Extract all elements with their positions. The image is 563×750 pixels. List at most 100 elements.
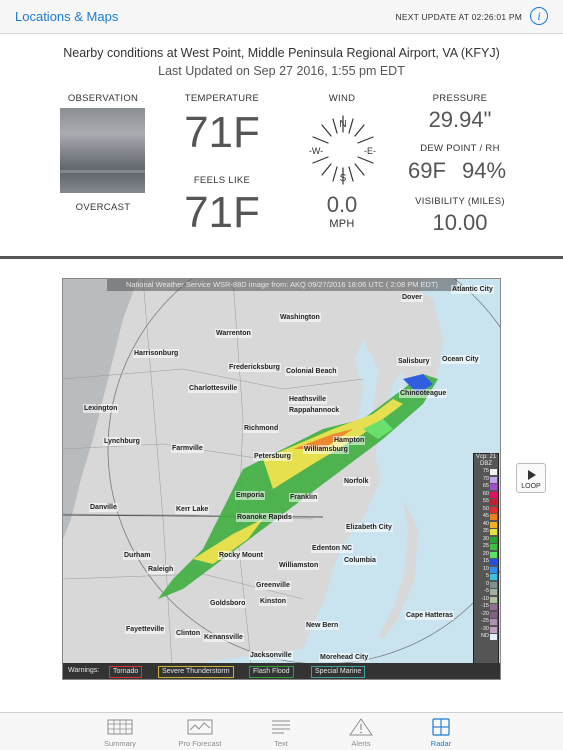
place-label: Franklin bbox=[289, 493, 319, 502]
legend-row: 30 bbox=[474, 536, 498, 544]
warnings-bar: Warnings: Tornado Severe Thunderstorm Fl… bbox=[63, 663, 500, 679]
place-label: Elizabeth City bbox=[345, 523, 393, 532]
loop-button[interactable]: LOOP bbox=[516, 463, 546, 493]
legend-row: 60 bbox=[474, 491, 498, 499]
place-label: Petersburg bbox=[253, 452, 292, 461]
place-label: New Bern bbox=[305, 621, 340, 630]
legend-swatch bbox=[490, 611, 497, 618]
place-label: Farmville bbox=[171, 444, 204, 453]
tab-text-label: Text bbox=[274, 739, 288, 748]
text-lines-icon bbox=[272, 720, 290, 734]
place-label: Williamston bbox=[278, 561, 320, 570]
place-label: Cape Hatteras bbox=[405, 611, 455, 620]
legend-value: 75 bbox=[482, 468, 489, 474]
legend-swatch bbox=[490, 581, 497, 588]
legend-row: -30 bbox=[474, 626, 498, 634]
legend-row: 45 bbox=[474, 513, 498, 521]
legend-value: -15 bbox=[481, 603, 489, 609]
legend-swatch bbox=[490, 619, 497, 625]
legend-swatch bbox=[490, 476, 497, 483]
place-label: Washington bbox=[279, 313, 321, 322]
place-label: Clinton bbox=[175, 629, 202, 638]
legend-row: 35 bbox=[474, 528, 498, 536]
legend-row: -15 bbox=[474, 603, 498, 611]
legend-row: 50 bbox=[474, 506, 498, 514]
place-label: Chincoteague bbox=[399, 389, 448, 398]
legend-swatch bbox=[490, 626, 497, 633]
legend-swatch bbox=[490, 544, 497, 550]
legend-swatch bbox=[490, 499, 497, 505]
compass-n: N bbox=[339, 119, 346, 130]
humidity-value: 94% bbox=[462, 158, 507, 183]
legend-row: 75 bbox=[474, 468, 498, 476]
legend-swatch bbox=[490, 574, 497, 580]
legend-swatch bbox=[490, 484, 497, 490]
legend-row: -25 bbox=[474, 618, 498, 626]
legend-value: 30 bbox=[482, 535, 489, 542]
place-label: Rocky Mount bbox=[218, 551, 264, 560]
place-label: Ocean City bbox=[441, 355, 480, 364]
legend-value: -20 bbox=[481, 610, 489, 617]
tab-radar[interactable]: Radar bbox=[401, 713, 481, 750]
tab-bar: Summary Pro Forecast Text Alerts Radar bbox=[0, 712, 563, 750]
radar-grid-icon bbox=[432, 718, 450, 736]
place-label: Charlottesville bbox=[188, 384, 239, 393]
locations-maps-link[interactable]: Locations & Maps bbox=[15, 9, 118, 24]
legend-value: ND bbox=[481, 633, 489, 639]
place-label: Williamsburg bbox=[303, 445, 349, 454]
visibility-value: 10.00 bbox=[432, 210, 488, 235]
legend-row: 10 bbox=[474, 566, 498, 574]
place-label: Durham bbox=[123, 551, 152, 560]
place-label: Roanoke Rapids bbox=[236, 513, 293, 522]
dbz-legend: Vcp: 21 DBZ 75 70 65 60 55 50 45 40 35 30 25 20 15 10… bbox=[473, 453, 499, 675]
place-label: Harrisonburg bbox=[133, 349, 180, 358]
wind-speed: 0.0 bbox=[326, 192, 358, 217]
legend-value: 55 bbox=[482, 498, 489, 504]
place-label: Fredericksburg bbox=[228, 363, 281, 372]
place-label: Emporia bbox=[235, 491, 266, 500]
legend-value: -25 bbox=[481, 618, 489, 624]
place-label: Hampton bbox=[333, 436, 366, 445]
wind-unit: MPH bbox=[329, 218, 355, 230]
legend-row: 65 bbox=[474, 483, 498, 491]
legend-row: 55 bbox=[474, 498, 498, 506]
legend-row: -5 bbox=[474, 588, 498, 596]
legend-row: -20 bbox=[474, 611, 498, 619]
place-label: Dover bbox=[401, 293, 423, 302]
place-label: Lynchburg bbox=[103, 437, 141, 446]
wind-compass: N S -E- -W- bbox=[304, 112, 382, 188]
place-label: Lexington bbox=[83, 404, 119, 413]
legend-row: 5 bbox=[474, 573, 498, 581]
legend-value: 5 bbox=[485, 573, 489, 579]
legend-swatch bbox=[490, 589, 497, 595]
compass-e: -E- bbox=[364, 146, 376, 156]
legend-value: 0 bbox=[485, 580, 489, 587]
place-label: Danville bbox=[89, 503, 118, 512]
tab-pro-forecast[interactable]: Pro Forecast bbox=[160, 713, 240, 750]
radar-map[interactable]: National Weather Service WSR-88D image f… bbox=[62, 278, 501, 680]
place-label: Norfolk bbox=[343, 477, 370, 486]
place-label: Fayetteville bbox=[125, 625, 166, 634]
legend-value: -5 bbox=[484, 588, 489, 594]
tab-summary[interactable]: Summary bbox=[80, 713, 160, 750]
legend-swatch bbox=[490, 634, 497, 640]
top-bar: Locations & Maps NEXT UPDATE AT 02:26:01… bbox=[0, 0, 563, 34]
legend-value: -30 bbox=[481, 625, 489, 632]
tab-text[interactable]: Text bbox=[241, 713, 321, 750]
place-label: Morehead City bbox=[319, 653, 370, 662]
legend-value: 45 bbox=[482, 513, 489, 519]
place-label: Heathsville bbox=[288, 395, 327, 404]
tab-alerts[interactable]: Alerts bbox=[321, 713, 401, 750]
legend-value: 65 bbox=[482, 483, 489, 489]
legend-swatch bbox=[490, 596, 497, 603]
alert-triangle-icon bbox=[349, 718, 373, 736]
place-label: Atlantic City bbox=[451, 285, 494, 294]
info-icon[interactable]: i bbox=[530, 7, 548, 25]
tab-pro-forecast-label: Pro Forecast bbox=[178, 739, 222, 748]
legend-swatch bbox=[490, 529, 497, 535]
legend-swatch bbox=[490, 469, 497, 475]
place-label: Kinston bbox=[259, 597, 288, 606]
legend-row: 40 bbox=[474, 521, 498, 529]
legend-row: 20 bbox=[474, 551, 498, 559]
warning-special-marine: Special Marine bbox=[311, 666, 366, 678]
